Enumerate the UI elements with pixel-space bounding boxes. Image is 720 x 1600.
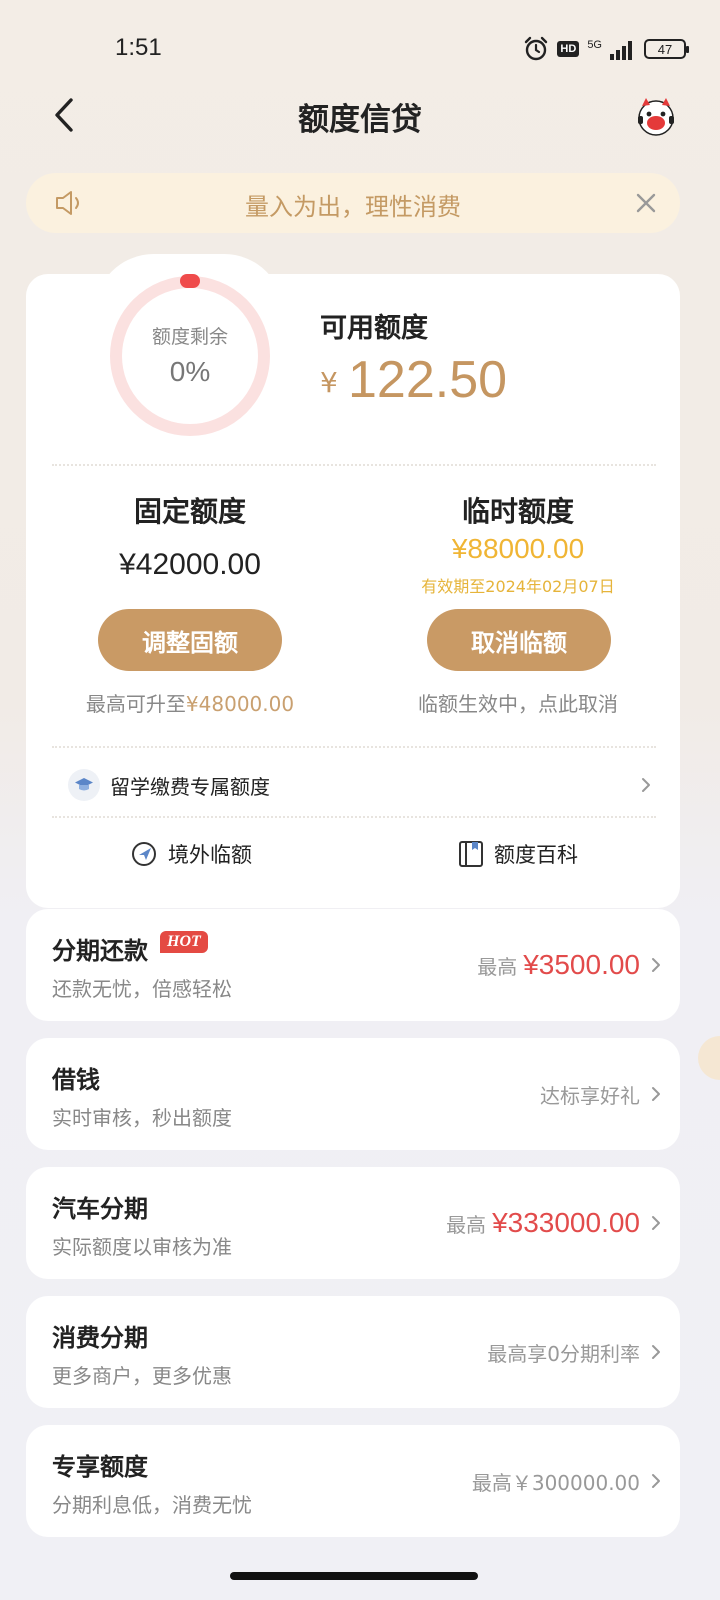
study-quota-label: 留学缴费专属额度: [110, 774, 270, 799]
fixed-hint-amount: ¥48000.00: [185, 692, 295, 716]
borrow-card[interactable]: 借钱 实时审核，秒出额度 达标享好礼: [26, 1038, 680, 1150]
close-icon[interactable]: [630, 187, 662, 219]
hot-badge: HOT: [160, 931, 208, 953]
installment-repay-card[interactable]: 分期还款 HOT 还款无忧，倍感轻松 最高 ¥3500.00: [26, 909, 680, 1021]
plane-globe-icon: [132, 842, 156, 866]
chevron-right-icon: [652, 1087, 660, 1101]
adjust-fixed-button[interactable]: 调整固额: [98, 609, 282, 671]
quota-wiki-label: 额度百科: [494, 843, 578, 867]
limit-amount: ¥3500.00: [523, 949, 640, 980]
chevron-right-icon: [642, 778, 650, 792]
battery-level: 47: [657, 41, 673, 57]
temp-title: 临时额度: [461, 495, 574, 528]
divider: [52, 816, 656, 818]
chevron-right-icon: [652, 1345, 660, 1359]
overseas-temp-label: 境外临额: [168, 843, 252, 867]
product-promo: 达标享好礼: [540, 1038, 640, 1150]
chevron-right-icon: [652, 1474, 660, 1488]
network-label: 5G: [587, 38, 602, 51]
notice-text: 量入为出，理性消费: [245, 193, 461, 221]
product-title: 汽车分期: [52, 1195, 148, 1223]
chevron-right-icon: [652, 958, 660, 972]
hd-badge: HD: [557, 41, 580, 57]
available-amount: 122.50: [348, 351, 508, 409]
mascot-icon[interactable]: [634, 94, 678, 138]
temp-amount: ¥88000.00: [451, 533, 585, 564]
alarm-icon: [525, 36, 548, 61]
quota-wiki-link[interactable]: 额度百科: [458, 836, 578, 872]
page-title: 额度信贷: [298, 102, 422, 138]
product-limit: 最高 ¥333000.00: [446, 1167, 640, 1279]
status-time: 1:51: [115, 34, 162, 61]
cancel-temp-button[interactable]: 取消临额: [427, 609, 611, 671]
product-title: 借钱: [52, 1066, 100, 1094]
home-indicator[interactable]: [230, 1572, 478, 1580]
limit-prefix: 最高: [477, 954, 518, 979]
available-label: 可用额度: [320, 313, 428, 344]
status-icons: HD 5G 47: [523, 34, 689, 64]
product-title: 消费分期: [52, 1324, 148, 1352]
promo-text: 最高享0分期利率: [487, 1341, 640, 1366]
graduation-cap-icon: [68, 769, 100, 801]
consumer-installment-card[interactable]: 消费分期 更多商户，更多优惠 最高享0分期利率: [26, 1296, 680, 1408]
limit-prefix: 最高: [446, 1212, 487, 1237]
overseas-temp-link[interactable]: 境外临额: [130, 836, 252, 872]
ring-label: 额度剩余: [151, 326, 228, 348]
signal-icon: [610, 41, 632, 60]
battery-icon: 47: [644, 39, 689, 59]
notice-bar: 量入为出，理性消费: [26, 173, 680, 233]
chevron-right-icon: [652, 1216, 660, 1230]
available-currency: ¥: [320, 366, 338, 399]
product-subtitle: 更多商户，更多优惠: [52, 1364, 232, 1388]
product-promo: 最高￥300000.00: [472, 1425, 640, 1537]
limit-amount: ¥333000.00: [492, 1207, 640, 1238]
study-quota-row[interactable]: 留学缴费专属额度: [52, 762, 656, 808]
floating-assistant-tab[interactable]: [698, 1036, 720, 1080]
product-subtitle: 分期利息低，消费无忧: [52, 1493, 252, 1517]
fixed-title: 固定额度: [133, 495, 246, 528]
exclusive-quota-card[interactable]: 专享额度 分期利息低，消费无忧 最高￥300000.00: [26, 1425, 680, 1537]
book-icon: [459, 841, 483, 867]
temp-expiry: 有效期至2024年02月07日: [421, 577, 615, 596]
product-limit: 最高 ¥3500.00: [477, 909, 640, 1021]
fixed-hint-prefix: 最高可升至: [85, 692, 186, 716]
product-title: 分期还款: [52, 937, 148, 965]
product-title: 专享额度: [52, 1453, 148, 1481]
car-installment-card[interactable]: 汽车分期 实际额度以审核为准 最高 ¥333000.00: [26, 1167, 680, 1279]
divider: [52, 746, 656, 748]
product-subtitle: 实时审核，秒出额度: [52, 1106, 232, 1130]
promo-text: 最高￥300000.00: [471, 1470, 640, 1495]
fixed-amount: ¥42000.00: [119, 548, 261, 581]
product-subtitle: 实际额度以审核为准: [52, 1235, 232, 1259]
fixed-hint: 最高可升至¥48000.00: [40, 688, 340, 717]
product-promo: 最高享0分期利率: [487, 1296, 640, 1408]
promo-text: 达标享好礼: [540, 1083, 640, 1108]
ring-value: 0%: [169, 356, 211, 387]
product-subtitle: 还款无忧，倍感轻松: [52, 977, 232, 1001]
temp-hint[interactable]: 临额生效中，点此取消: [368, 688, 668, 717]
divider: [52, 464, 656, 466]
